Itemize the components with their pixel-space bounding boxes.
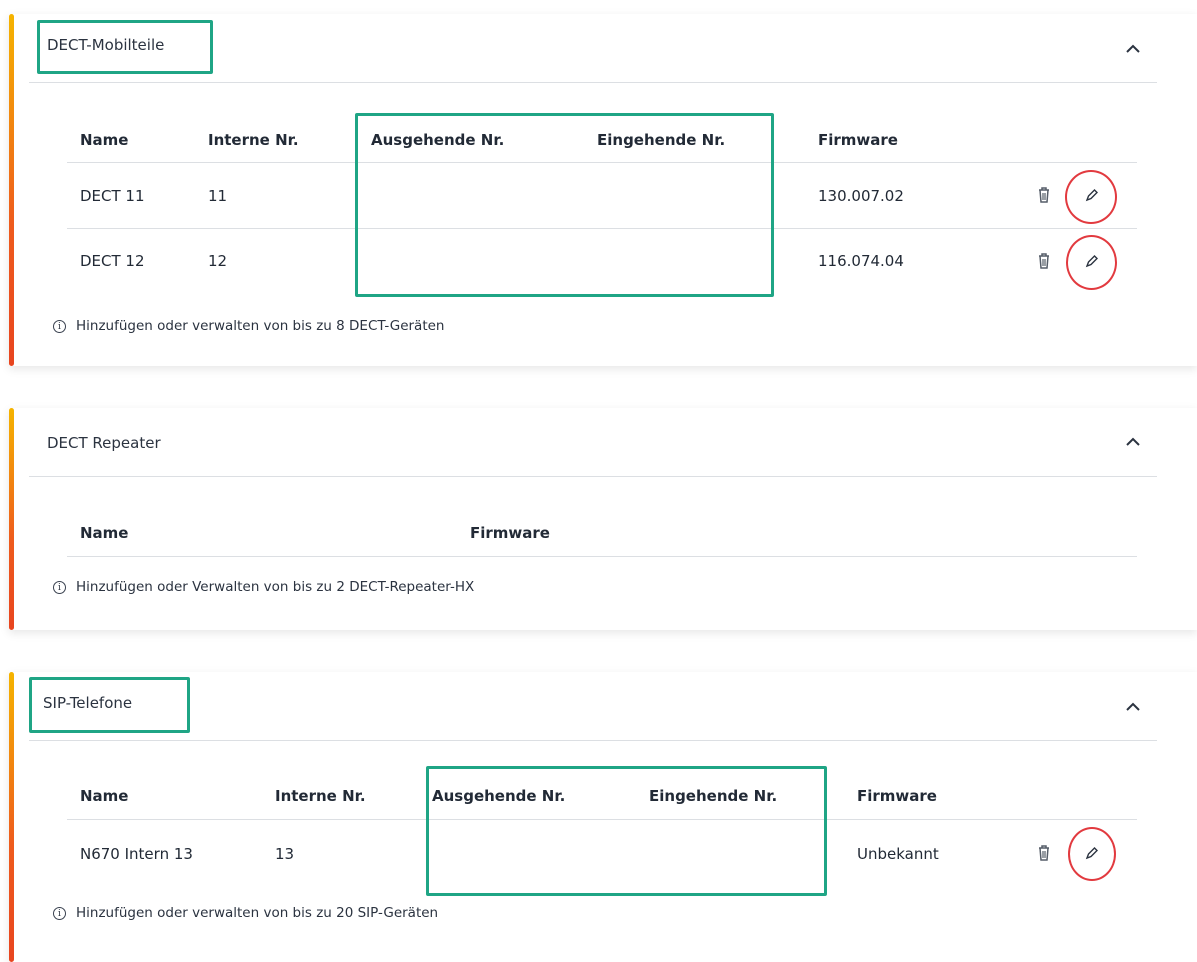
dect-repeater-title: DECT Repeater <box>47 434 161 452</box>
col-header-name: Name <box>80 524 129 542</box>
dect-handsets-hint: i Hinzufügen oder verwalten von bis zu 8… <box>53 318 445 334</box>
info-icon: i <box>53 580 66 594</box>
trash-icon[interactable] <box>1034 251 1054 271</box>
chevron-up-icon[interactable] <box>1123 42 1143 56</box>
row-name: DECT 11 <box>80 187 145 205</box>
col-header-firmware: Firmware <box>818 131 898 149</box>
trash-icon[interactable] <box>1034 185 1054 205</box>
chevron-up-icon[interactable] <box>1123 700 1143 714</box>
row-name: N670 Intern 13 <box>80 845 193 863</box>
row-name: DECT 12 <box>80 252 145 270</box>
row-internal: 11 <box>208 187 228 205</box>
chevron-up-icon[interactable] <box>1123 435 1143 449</box>
row-firmware: Unbekannt <box>857 845 939 863</box>
row-firmware: 130.007.02 <box>818 187 904 205</box>
sip-phones-header[interactable]: SIP-Telefone <box>29 672 1157 741</box>
highlight-dect-outgoing-incoming <box>355 113 774 297</box>
highlight-edit-sip-13 <box>1068 827 1116 881</box>
highlight-edit-dect-11 <box>1065 170 1117 224</box>
dect-repeater-hint: i Hinzufügen oder Verwalten von bis zu 2… <box>53 579 474 595</box>
sip-phones-hint: i Hinzufügen oder verwalten von bis zu 2… <box>53 905 438 921</box>
header-divider <box>67 556 1137 557</box>
hint-text: Hinzufügen oder Verwalten von bis zu 2 D… <box>76 579 475 595</box>
highlight-sip-outgoing-incoming <box>426 766 827 896</box>
highlight-edit-dect-12 <box>1066 235 1117 290</box>
row-internal: 13 <box>275 845 295 863</box>
row-internal: 12 <box>208 252 228 270</box>
col-header-internal: Interne Nr. <box>275 787 366 805</box>
col-header-firmware: Firmware <box>470 524 550 542</box>
info-icon: i <box>53 906 66 920</box>
col-header-internal: Interne Nr. <box>208 131 299 149</box>
col-header-firmware: Firmware <box>857 787 937 805</box>
highlight-dect-title <box>37 20 213 74</box>
dect-repeater-card: DECT Repeater Name Firmware i Hinzufügen… <box>9 408 1197 630</box>
col-header-name: Name <box>80 787 129 805</box>
hint-text: Hinzufügen oder verwalten von bis zu 8 D… <box>76 318 445 334</box>
dect-repeater-header[interactable]: DECT Repeater <box>29 408 1157 477</box>
trash-icon[interactable] <box>1034 843 1054 863</box>
highlight-sip-title <box>29 677 190 733</box>
row-firmware: 116.074.04 <box>818 252 904 270</box>
col-header-name: Name <box>80 131 129 149</box>
hint-text: Hinzufügen oder verwalten von bis zu 20 … <box>76 905 439 921</box>
info-icon: i <box>53 319 66 333</box>
